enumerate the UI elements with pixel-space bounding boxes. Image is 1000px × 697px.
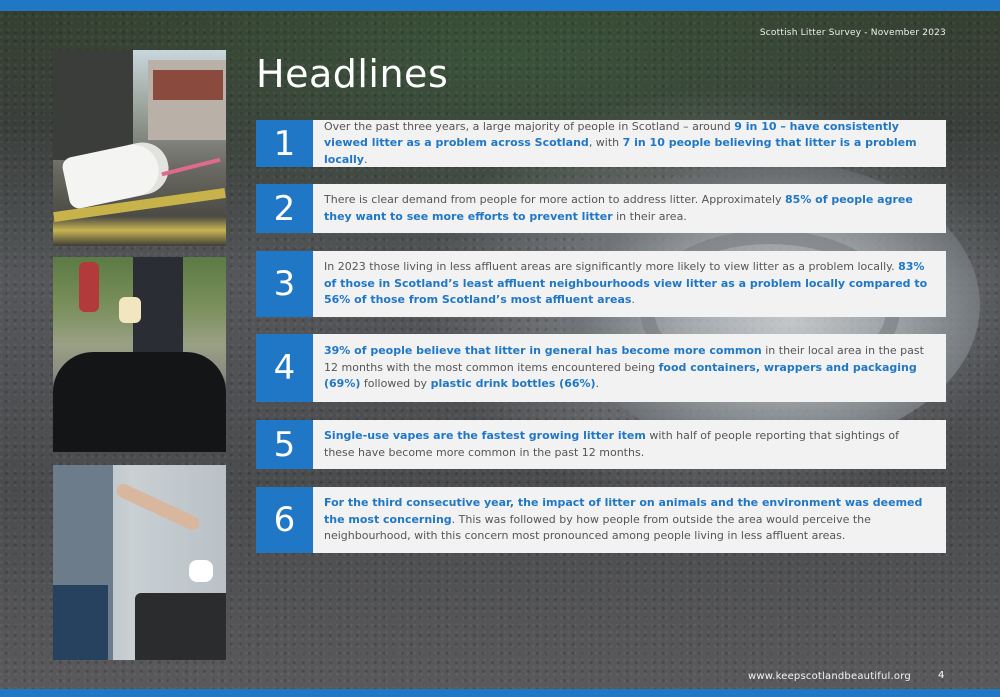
straw-shape — [161, 157, 221, 177]
headline-item-2: 2 There is clear demand from people for … — [256, 184, 946, 233]
body-text: Over the past three years, a large major… — [324, 119, 735, 133]
headline-paragraph: In 2023 those living in less affluent ar… — [324, 259, 932, 309]
page-number: 4 — [938, 670, 945, 681]
photo-binning-rubbish — [53, 465, 226, 660]
body-text: . — [595, 377, 600, 391]
headline-number: 4 — [256, 334, 313, 402]
photo-litter-picking — [53, 257, 226, 452]
body-text: There is clear demand from people for mo… — [324, 193, 786, 206]
headline-paragraph: 39% of people believe that litter in gen… — [324, 343, 932, 393]
body-text: followed by — [360, 377, 431, 391]
headline-item-3: 3 In 2023 those living in less affluent … — [256, 251, 946, 317]
distant-person-shape — [79, 262, 99, 312]
headline-paragraph: There is clear demand from people for mo… — [324, 192, 932, 225]
bin-shape — [135, 593, 226, 660]
headline-number: 3 — [256, 251, 313, 317]
body-text: . — [363, 152, 368, 166]
page-title: Headlines — [256, 52, 449, 96]
headline-paragraph: Over the past three years, a large major… — [324, 119, 932, 169]
highlight-text: Single-use vapes are the fastest growing… — [324, 429, 646, 442]
website-link[interactable]: www.keepscotlandbeautiful.org — [748, 671, 911, 682]
body-text: , with — [588, 136, 623, 150]
headline-number: 1 — [256, 120, 313, 167]
headline-text: In 2023 those living in less affluent ar… — [313, 251, 946, 317]
survey-label: Scottish Litter Survey - November 2023 — [759, 28, 946, 38]
headline-paragraph: For the third consecutive year, the impa… — [324, 495, 932, 545]
headline-text: Single-use vapes are the fastest growing… — [313, 420, 946, 469]
arm-shape — [114, 481, 202, 533]
headline-paragraph: Single-use vapes are the fastest growing… — [324, 428, 932, 461]
headline-text: There is clear demand from people for mo… — [313, 184, 946, 233]
headline-text: For the third consecutive year, the impa… — [313, 487, 946, 553]
photo-discarded-cup — [53, 50, 226, 246]
body-text: In 2023 those living in less affluent ar… — [324, 260, 899, 274]
body-text: in their area. — [612, 209, 687, 223]
headline-item-5: 5 Single-use vapes are the fastest growi… — [256, 420, 946, 469]
body-text: . — [631, 293, 635, 307]
highlight-text: 39% of people believe that litter in gen… — [324, 344, 762, 358]
roof-shape — [153, 70, 223, 100]
headline-number: 6 — [256, 487, 313, 553]
headline-item-1: 1 Over the past three years, a large maj… — [256, 120, 946, 167]
headline-text: Over the past three years, a large major… — [313, 120, 946, 167]
glove-shape — [119, 297, 141, 323]
bin-bag-shape — [53, 352, 226, 452]
tissue-shape — [189, 560, 213, 582]
wall-shape — [53, 50, 133, 160]
highlight-text: plastic drink bottles (66%) — [430, 377, 596, 391]
jeans-shape — [53, 585, 108, 660]
headline-item-6: 6 For the third consecutive year, the im… — [256, 487, 946, 553]
headline-number: 5 — [256, 420, 313, 469]
headline-number: 2 — [256, 184, 313, 233]
bottom-accent-bar — [0, 689, 1000, 697]
headline-text: 39% of people believe that litter in gen… — [313, 334, 946, 402]
top-accent-bar — [0, 0, 1000, 11]
headline-item-4: 4 39% of people believe that litter in g… — [256, 334, 946, 402]
